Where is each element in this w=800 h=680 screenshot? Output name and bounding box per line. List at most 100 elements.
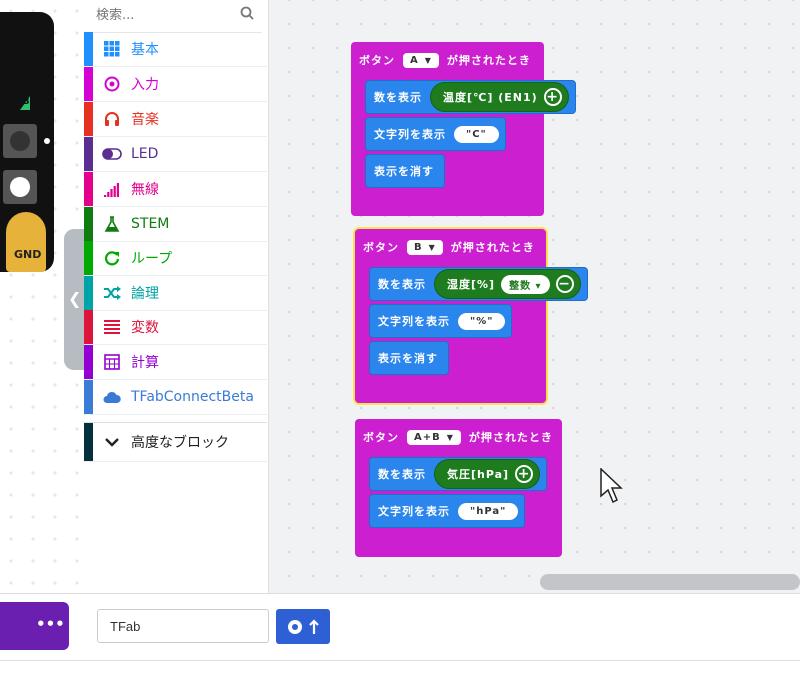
cloud-icon (93, 390, 131, 404)
event-header: ボタン A+B ▼ が押されたとき (355, 419, 553, 455)
category-color-stripe (84, 32, 93, 66)
sim-button-a[interactable] (3, 124, 37, 158)
category-color-stripe (84, 276, 93, 310)
category-color-stripe (84, 241, 93, 275)
sim-button-b[interactable] (3, 170, 37, 204)
expand-plus-icon[interactable]: + (543, 88, 562, 106)
statement-block[interactable]: 文字列を表示 "hPa" (369, 494, 526, 528)
toolbox-category-1[interactable]: 入力 (84, 67, 267, 102)
workspace-horizontal-scrollbar[interactable] (540, 574, 800, 590)
refresh-icon (93, 250, 131, 266)
toolbox-category-8[interactable]: 変数 (84, 310, 267, 345)
button-select-dropdown[interactable]: B ▼ (407, 239, 443, 255)
sim-led-dot (44, 138, 50, 144)
statement-block[interactable]: 数を表示 湿度[%] 整数 ▾ − (369, 267, 588, 301)
toolbox-category-2[interactable]: 音楽 (84, 102, 267, 137)
caret-down-icon: ▼ (446, 432, 454, 442)
statement-label: 表示を消す (374, 165, 434, 178)
chevron-down-icon (93, 437, 131, 447)
more-button[interactable]: ••• (0, 602, 69, 650)
toolbox-category-7[interactable]: 論理 (84, 276, 267, 311)
sensor-reporter-block[interactable]: 湿度[%] 整数 ▾ − (434, 269, 581, 299)
category-color-stripe (84, 207, 93, 241)
statement-label: 文字列を表示 (378, 315, 450, 328)
simulator-panel: B GND ❮ (0, 0, 84, 593)
event-header: ボタン B ▼ が押されたとき (355, 229, 535, 265)
event-suffix: が押されたとき (468, 431, 553, 444)
statement-block[interactable]: 表示を消す (365, 154, 445, 188)
calculator-icon (93, 354, 131, 370)
event-suffix: が押されたとき (450, 241, 535, 254)
category-label: ループ (131, 251, 173, 267)
reporter-label: 湿度[%] (447, 278, 496, 291)
headphones-icon (93, 111, 131, 127)
event-header: ボタン A ▼ が押されたとき (351, 42, 531, 78)
shuffle-icon (93, 285, 131, 301)
statement-label: 数を表示 (374, 91, 422, 104)
category-label: LED (131, 146, 159, 162)
sensor-reporter-block[interactable]: 気圧[hPa] + (434, 459, 541, 489)
collapse-minus-icon[interactable]: − (555, 275, 574, 293)
mouse-cursor-icon (600, 468, 623, 504)
gnd-pin[interactable]: GND (6, 212, 46, 272)
format-dropdown[interactable]: 整数 ▾ (501, 274, 550, 294)
string-input[interactable]: "hPa" (458, 502, 519, 520)
statement-label: 文字列を表示 (374, 128, 446, 141)
caret-down-icon: ▼ (424, 55, 432, 65)
toolbox-category-10[interactable]: TFabConnectBeta (84, 380, 267, 415)
statement-label: 文字列を表示 (378, 505, 450, 518)
sensor-reporter-block[interactable]: 温度[℃] (EN1) + (430, 82, 569, 112)
button-select-dropdown[interactable]: A+B ▼ (407, 429, 461, 445)
category-label: 高度なブロック (131, 435, 229, 451)
list-icon (93, 320, 131, 334)
category-label: 基本 (131, 42, 159, 58)
more-label: ••• (36, 615, 65, 633)
statement-block[interactable]: 数を表示 温度[℃] (EN1) + (365, 80, 576, 114)
category-label: 変数 (131, 320, 159, 336)
search-icon[interactable] (240, 6, 254, 20)
toolbox-category-3[interactable]: LED (84, 137, 267, 172)
blocks-workspace[interactable]: ボタン A ▼ が押されたとき 数を表示 温度[℃] (EN1) + 文字列を表示… (269, 0, 800, 593)
gnd-label: GND (14, 248, 42, 261)
string-input[interactable]: "C" (454, 125, 499, 143)
category-label: 音楽 (131, 112, 159, 128)
toolbox-category-9[interactable]: 計算 (84, 345, 267, 380)
statement-label: 表示を消す (378, 352, 438, 365)
category-label: 論理 (131, 286, 159, 302)
signal-icon (93, 181, 131, 197)
arrow-up-icon (309, 618, 319, 634)
toolbox-category-11[interactable]: 高度なブロック (84, 422, 267, 462)
category-color-stripe (84, 67, 93, 101)
string-input[interactable]: "%" (458, 312, 506, 330)
search-input[interactable] (92, 0, 236, 30)
statement-block[interactable]: 数を表示 気圧[hPa] + (369, 457, 548, 491)
toggle-icon (93, 148, 131, 160)
caret-down-icon: ▼ (428, 242, 436, 252)
statement-block[interactable]: 文字列を表示 "C" (365, 117, 506, 151)
toolbox-category-4[interactable]: 無線 (84, 172, 267, 207)
expand-plus-icon[interactable]: + (515, 465, 534, 483)
button-select-value: A (410, 54, 419, 66)
toolbox-search (92, 0, 262, 33)
github-icon (288, 619, 302, 634)
toolbox: 基本入力音楽 LED 無線 STEM ループ論理変数計算 TFabConnectBeta 高… (84, 0, 269, 593)
button-b-label: B (22, 96, 30, 107)
flask-icon (93, 216, 131, 232)
project-name-input[interactable] (97, 609, 269, 643)
statement-label: 数を表示 (378, 468, 426, 481)
toolbox-category-5[interactable]: STEM (84, 207, 267, 242)
toolbox-category-6[interactable]: ループ (84, 241, 267, 276)
bottom-divider (0, 660, 800, 661)
category-color-stripe (84, 172, 93, 206)
event-suffix: が押されたとき (446, 54, 531, 67)
category-color-stripe (84, 137, 93, 171)
button-select-dropdown[interactable]: A ▼ (403, 52, 439, 68)
statement-block[interactable]: 表示を消す (369, 341, 449, 375)
button-select-value: B (414, 241, 423, 253)
github-commit-button[interactable] (276, 609, 330, 644)
statement-block[interactable]: 文字列を表示 "%" (369, 304, 513, 338)
toolbox-category-0[interactable]: 基本 (84, 32, 267, 67)
reporter-label: 気圧[hPa] (447, 468, 510, 481)
target-icon (93, 76, 131, 92)
simulator-collapse-tab[interactable]: ❮ (64, 229, 84, 370)
